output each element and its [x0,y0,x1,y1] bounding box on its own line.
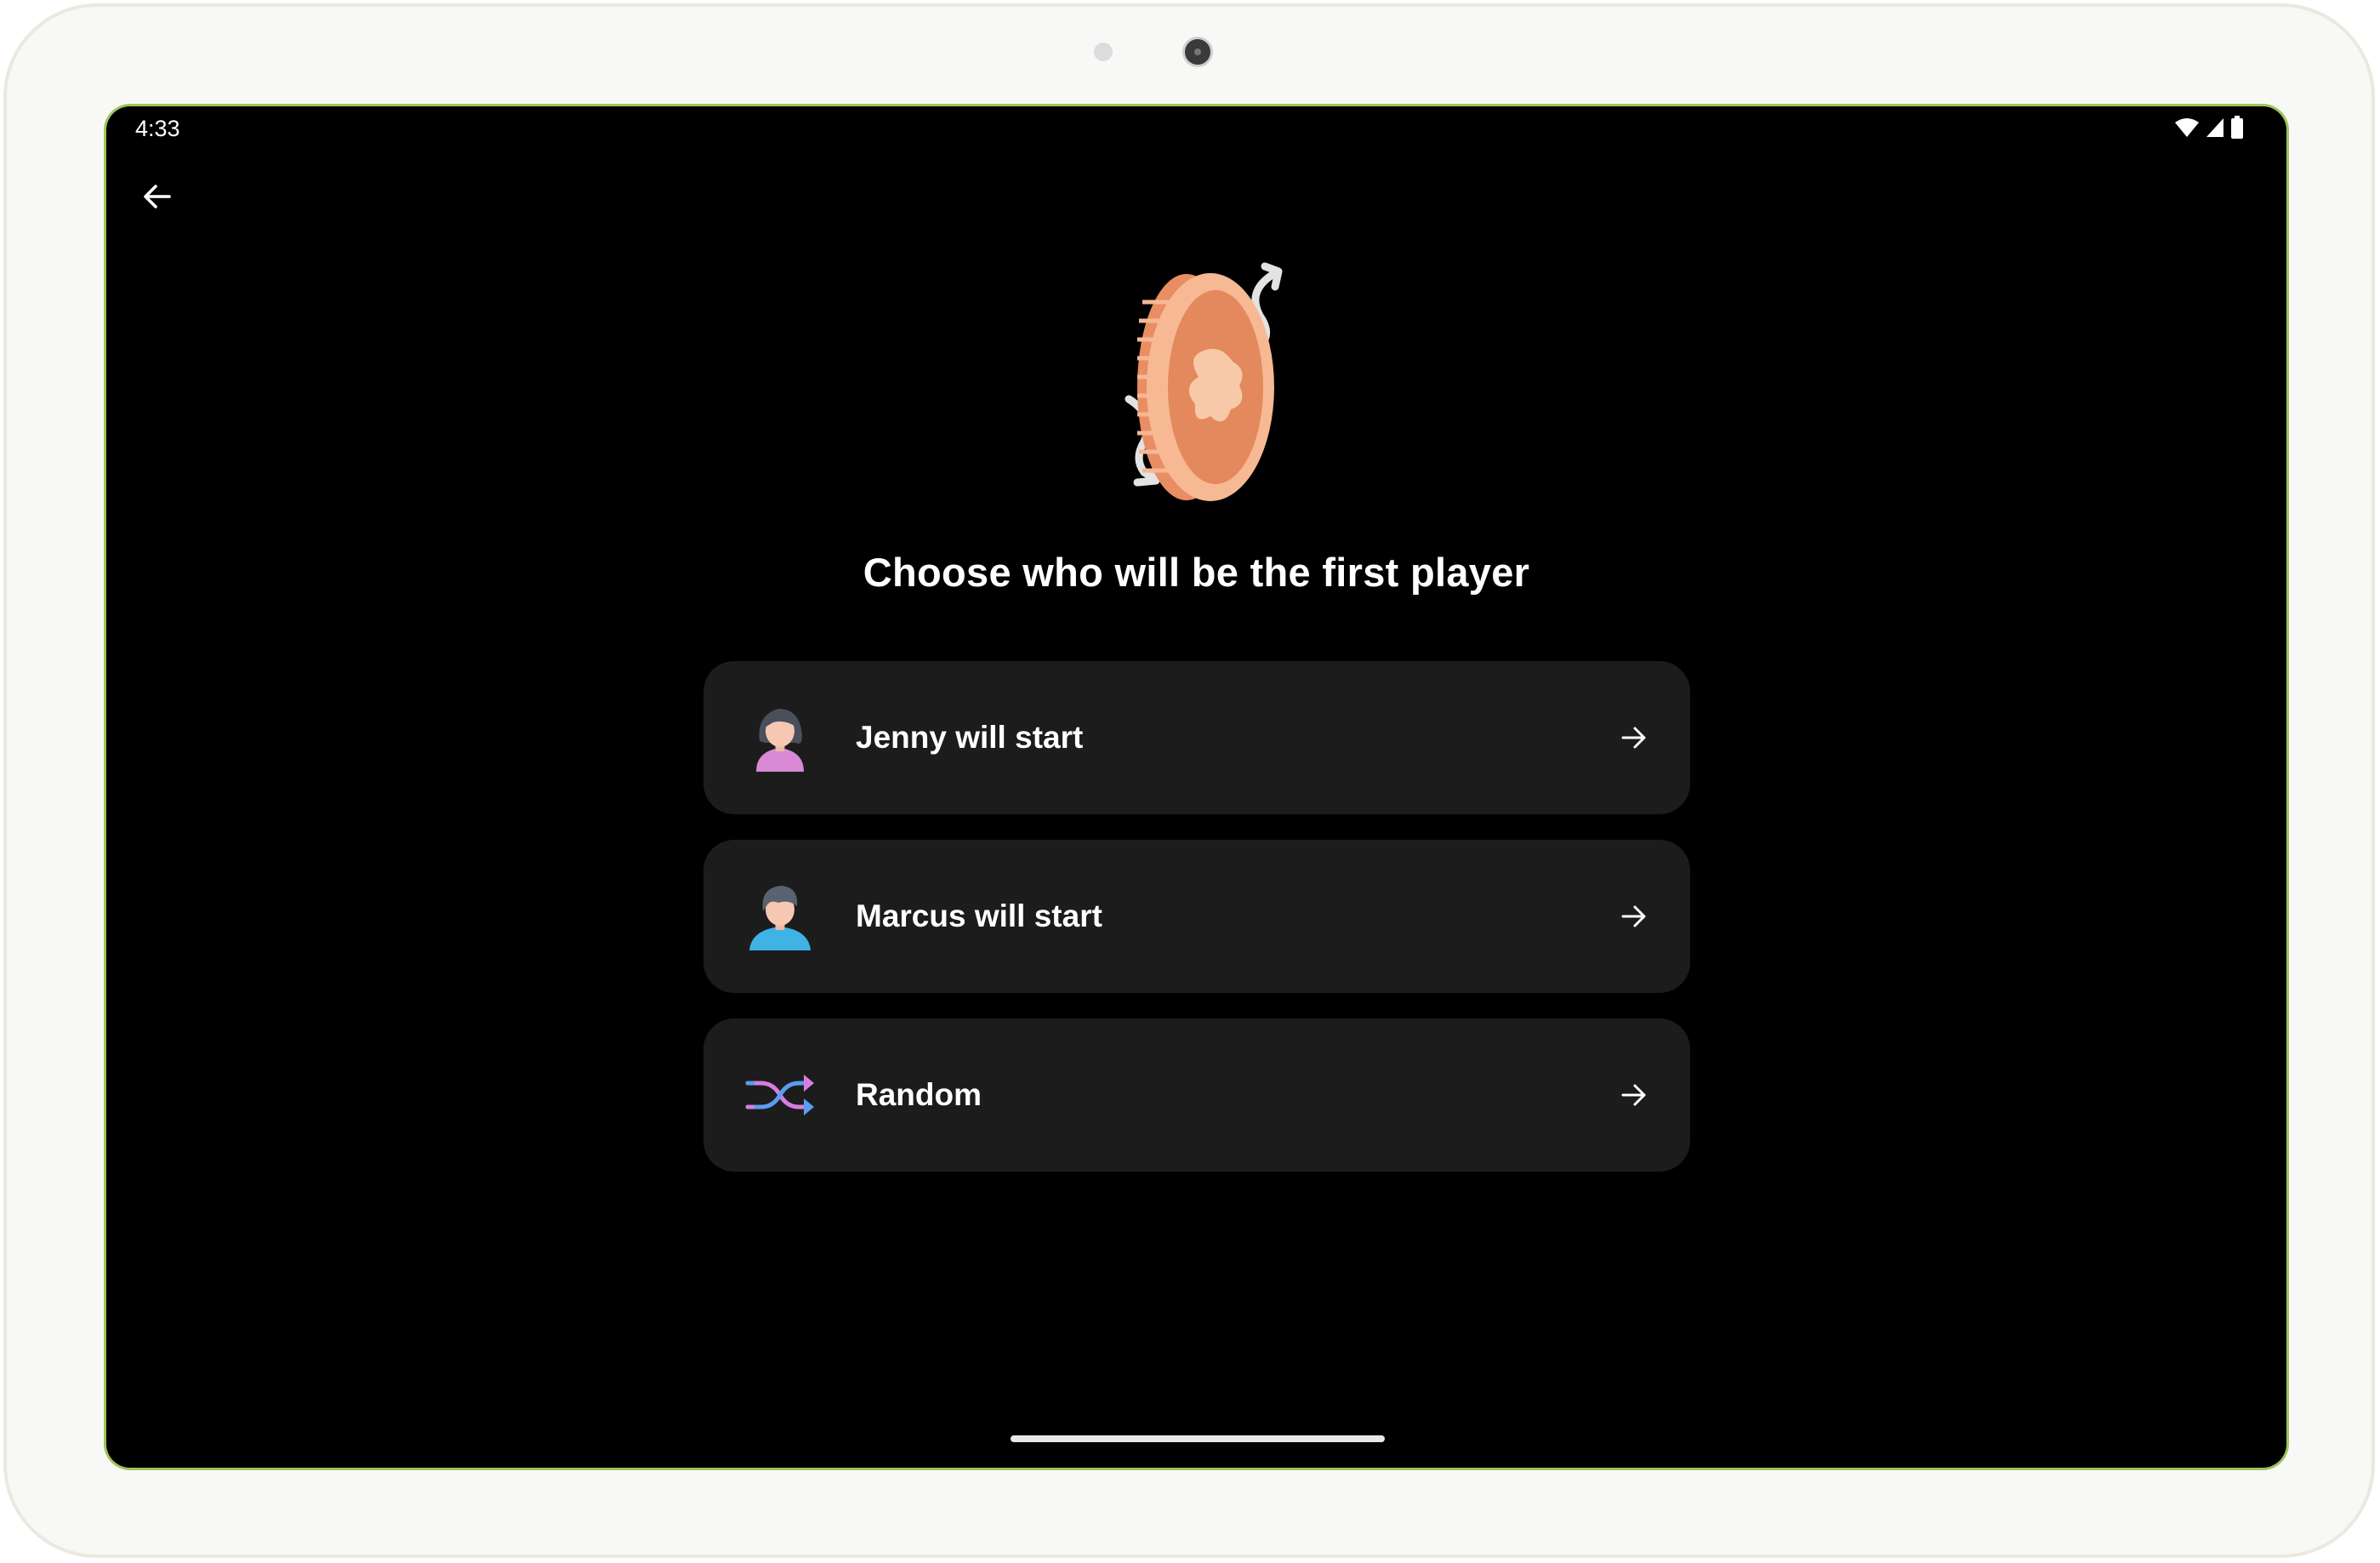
battery-icon [2231,116,2243,139]
player-options-list: Jenny will start Marcus will start Rando… [703,661,1690,1197]
back-button[interactable] [132,171,183,222]
coin-flip-icon [1125,262,1283,501]
male-avatar-icon [749,886,811,950]
cellular-signal-icon [2206,118,2223,137]
female-avatar-icon [756,709,804,772]
option-label: Random [856,1077,982,1112]
arrow-forward-icon [1621,727,1646,749]
wifi-icon [2175,118,2199,137]
tablet-frame: 4:33 Choose who will be the first player… [3,3,2375,1558]
status-icons [2174,115,2244,140]
light-sensor [1094,43,1113,61]
option-marcus-start[interactable]: Marcus will start [703,840,1690,993]
app-screen: 4:33 Choose who will be the first player… [106,106,2286,1468]
option-jenny-start[interactable]: Jenny will start [703,661,1690,814]
arrow-forward-icon [1621,1084,1646,1106]
arrow-back-icon [144,185,171,208]
front-camera [1182,37,1213,67]
option-label: Marcus will start [856,898,1102,933]
page-title: Choose who will be the first player [863,550,1530,595]
option-label: Jenny will start [856,720,1084,755]
option-random[interactable]: Random [703,1018,1690,1172]
status-time: 4:33 [135,116,180,141]
shuffle-icon [745,1075,814,1115]
arrow-forward-icon [1621,905,1646,927]
home-gesture-bar[interactable] [1011,1435,1385,1442]
